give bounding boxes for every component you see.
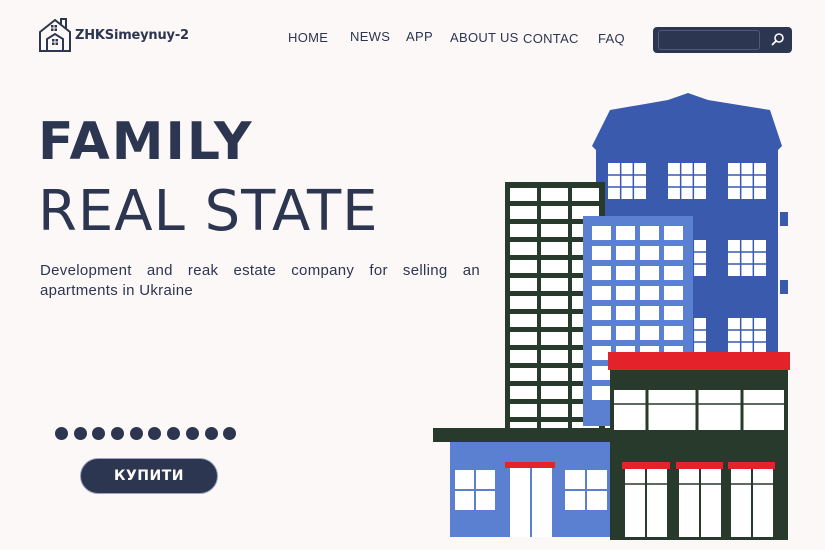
building-window [541,260,568,273]
left-shop-block [433,428,613,537]
carousel-dot[interactable] [204,427,218,440]
building-window [541,368,568,381]
carousel-dots [55,427,237,440]
building-window [664,286,683,300]
building-window [728,318,766,354]
carousel-dot[interactable] [167,427,181,440]
building-window [616,286,635,300]
hero-title-primary: FAMILY [38,112,254,172]
hero-subtitle: Development and reak estate company for … [40,262,480,299]
house-building-logo-icon [39,18,71,52]
nav-app[interactable]: APP [406,29,433,44]
building-window [640,286,659,300]
building-window [572,188,599,201]
building-window [728,163,766,199]
building-window [541,350,568,363]
building-window [664,326,683,340]
building-window [541,296,568,309]
right-shop-block [608,352,790,540]
building-window [510,404,537,417]
search-icon[interactable] [768,30,788,50]
building-window [592,226,611,240]
building-window [541,278,568,291]
building-window [510,260,537,273]
building-window [510,350,537,363]
building-window [510,386,537,399]
building-window [616,306,635,320]
buy-button[interactable]: КУПИТИ [80,458,218,494]
building-window [640,246,659,260]
building-window [640,306,659,320]
nav-about-us[interactable]: ABOUT US [450,30,519,45]
building-window [510,314,537,327]
building-window [664,266,683,280]
carousel-dot[interactable] [92,427,106,440]
brand-logo[interactable]: ZHKSimeynuy-2 [38,16,189,54]
building-window [616,326,635,340]
building-window [664,306,683,320]
carousel-dot[interactable] [129,427,143,440]
nav-faq[interactable]: FAQ [598,31,625,46]
building-window [592,266,611,280]
hero-title-secondary: REAL STATE [38,179,379,244]
carousel-dot[interactable] [73,427,87,440]
carousel-dot[interactable] [185,427,199,440]
building-window [510,188,537,201]
carousel-dot[interactable] [55,427,68,440]
building-window [510,242,537,255]
building-window [592,286,611,300]
building-window [541,314,568,327]
carousel-dot[interactable] [148,427,162,440]
building-window [592,326,611,340]
nav-home[interactable]: HOME [288,30,328,45]
building-window [616,226,635,240]
building-window [592,306,611,320]
building-window [640,266,659,280]
building-window [616,246,635,260]
city-buildings-illustration [433,93,790,540]
building-window [541,188,568,201]
building-window [510,296,537,309]
building-window [664,246,683,260]
brand-name: ZHKSimeynuy-2 [75,27,189,43]
building-window [592,246,611,260]
building-window [541,224,568,237]
building-window [510,224,537,237]
building-window [510,368,537,381]
carousel-dot[interactable] [111,427,125,440]
building-window [640,326,659,340]
nav-news[interactable]: NEWS [350,29,390,44]
building-window [728,240,766,276]
building-window [668,163,706,199]
building-window [664,226,683,240]
building-window [616,266,635,280]
nav-contact[interactable]: CONTAC [523,31,579,46]
building-window [541,386,568,399]
search-input[interactable] [658,30,760,50]
building-window [541,242,568,255]
building-window [608,163,646,199]
carousel-dot[interactable] [223,427,237,440]
building-window [592,386,611,400]
building-window [541,332,568,345]
building-window [510,278,537,291]
building-window [510,206,537,219]
building-window [541,206,568,219]
building-window [640,226,659,240]
building-window [510,332,537,345]
building-window [541,404,568,417]
